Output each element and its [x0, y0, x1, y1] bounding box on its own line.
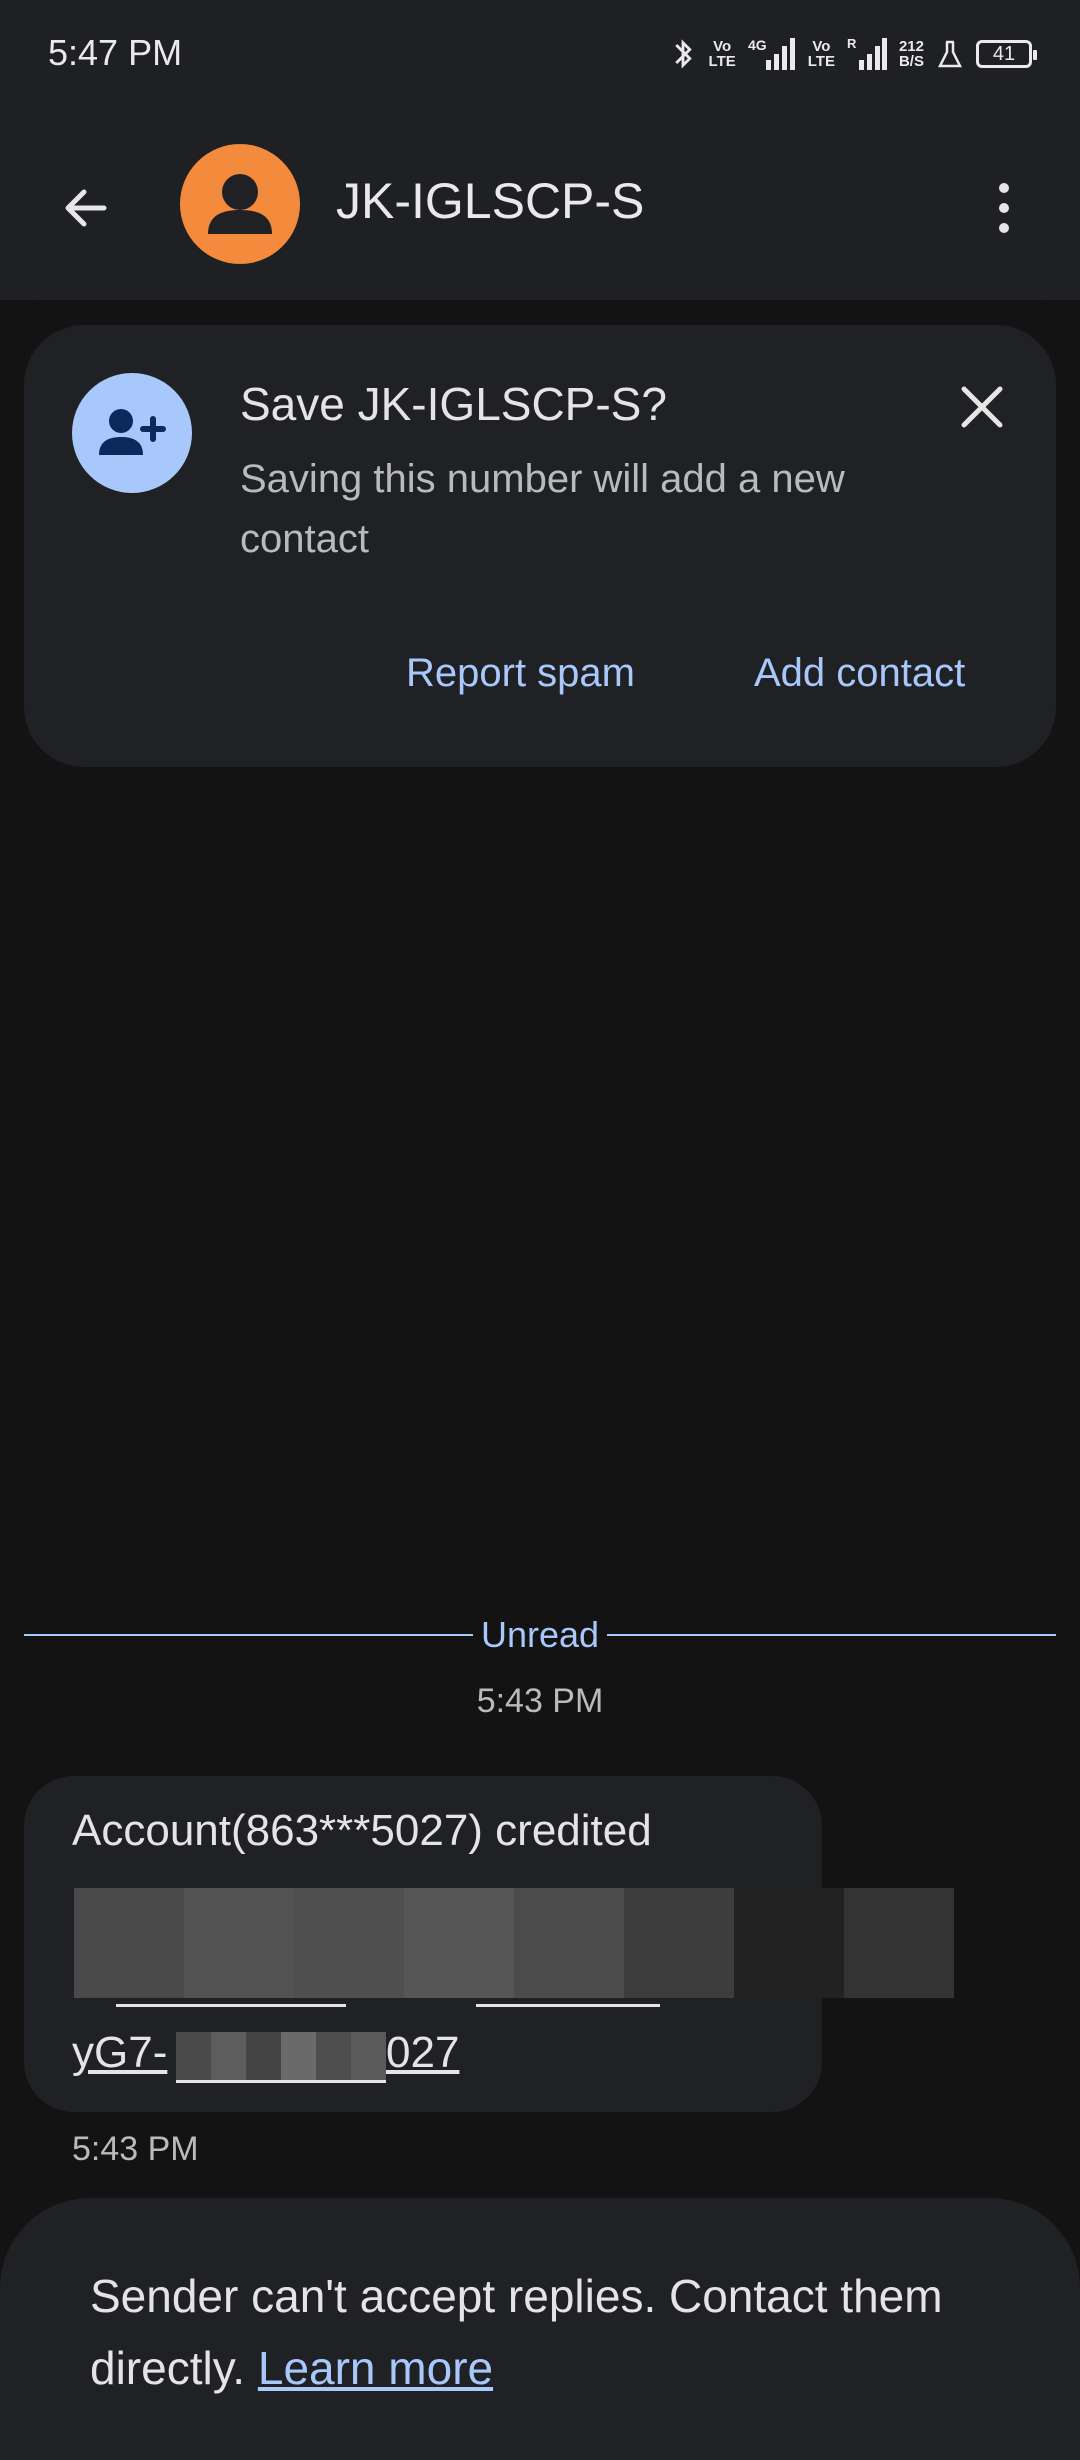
net-speed-unit: B/S [898, 53, 924, 70]
learn-more-link[interactable]: Learn more [258, 2342, 493, 2394]
save-card-title: Save JK-IGLSCP-S? [240, 378, 667, 430]
arrow-back-icon [65, 189, 107, 227]
add-contact-button[interactable]: Add contact [754, 651, 965, 696]
status-time: 5:47 PM [48, 32, 183, 73]
svg-text:4G: 4G [748, 37, 767, 53]
close-icon [961, 386, 1003, 428]
close-button[interactable] [952, 377, 1012, 437]
battery-icon: 41 [976, 40, 1037, 68]
status-bar: 5:47 PM Vo LTE 4G Vo LTE R 212 B/S 41 [0, 0, 1080, 110]
divider-line [607, 1634, 1057, 1636]
banner-message: Sender can't accept replies. Contact the… [90, 2270, 943, 2394]
save-contact-card: Save JK-IGLSCP-S? Saving this number wil… [24, 325, 1056, 767]
more-vert-icon [999, 183, 1009, 233]
link-underline [116, 2004, 346, 2007]
reply-disabled-banner: Sender can't accept replies. Contact the… [0, 2198, 1080, 2460]
signal-4g-icon: 4G [748, 37, 795, 70]
app-bar: JK-IGLSCP-S [0, 110, 1080, 300]
person-icon [208, 174, 272, 234]
add-person-icon [72, 373, 192, 493]
link-underline [476, 2004, 660, 2007]
save-card-subtitle: Saving this number will add a new contac… [240, 457, 845, 561]
message-text: Account(863***5027) credited [72, 1806, 652, 1855]
volte-icon-2: Vo LTE [807, 38, 835, 70]
report-spam-button[interactable]: Report spam [406, 651, 635, 696]
redacted-link [176, 2032, 386, 2082]
lab-icon [937, 40, 963, 68]
message-link-suffix[interactable]: 027 [386, 2028, 459, 2078]
avatar[interactable] [180, 144, 300, 264]
volte-icon: Vo LTE [708, 38, 736, 70]
message-link-prefix[interactable]: yG7- [72, 2028, 167, 2078]
unread-divider: Unread [24, 1610, 1057, 1660]
bluetooth-icon [674, 39, 692, 69]
battery-level: 41 [992, 42, 1016, 65]
back-button[interactable] [46, 168, 126, 248]
divider-line [24, 1634, 473, 1636]
status-icons: Vo LTE 4G Vo LTE R 212 B/S 41 [669, 34, 1037, 74]
svg-text:R: R [847, 36, 857, 51]
signal-roaming-icon: R [847, 36, 887, 70]
unread-label: Unread [480, 1614, 600, 1655]
contact-name[interactable]: JK-IGLSCP-S [336, 172, 644, 230]
message-time: 5:43 PM [72, 2130, 199, 2168]
link-underline [176, 2080, 386, 2083]
more-options-button[interactable] [974, 168, 1034, 248]
net-speed-value: 212 [898, 38, 924, 55]
redacted-content [74, 1888, 954, 1998]
net-speed: 212 B/S [899, 39, 924, 69]
conversation-timestamp: 5:43 PM [476, 1682, 604, 1720]
banner-text: Sender can't accept replies. Contact the… [90, 2260, 990, 2404]
